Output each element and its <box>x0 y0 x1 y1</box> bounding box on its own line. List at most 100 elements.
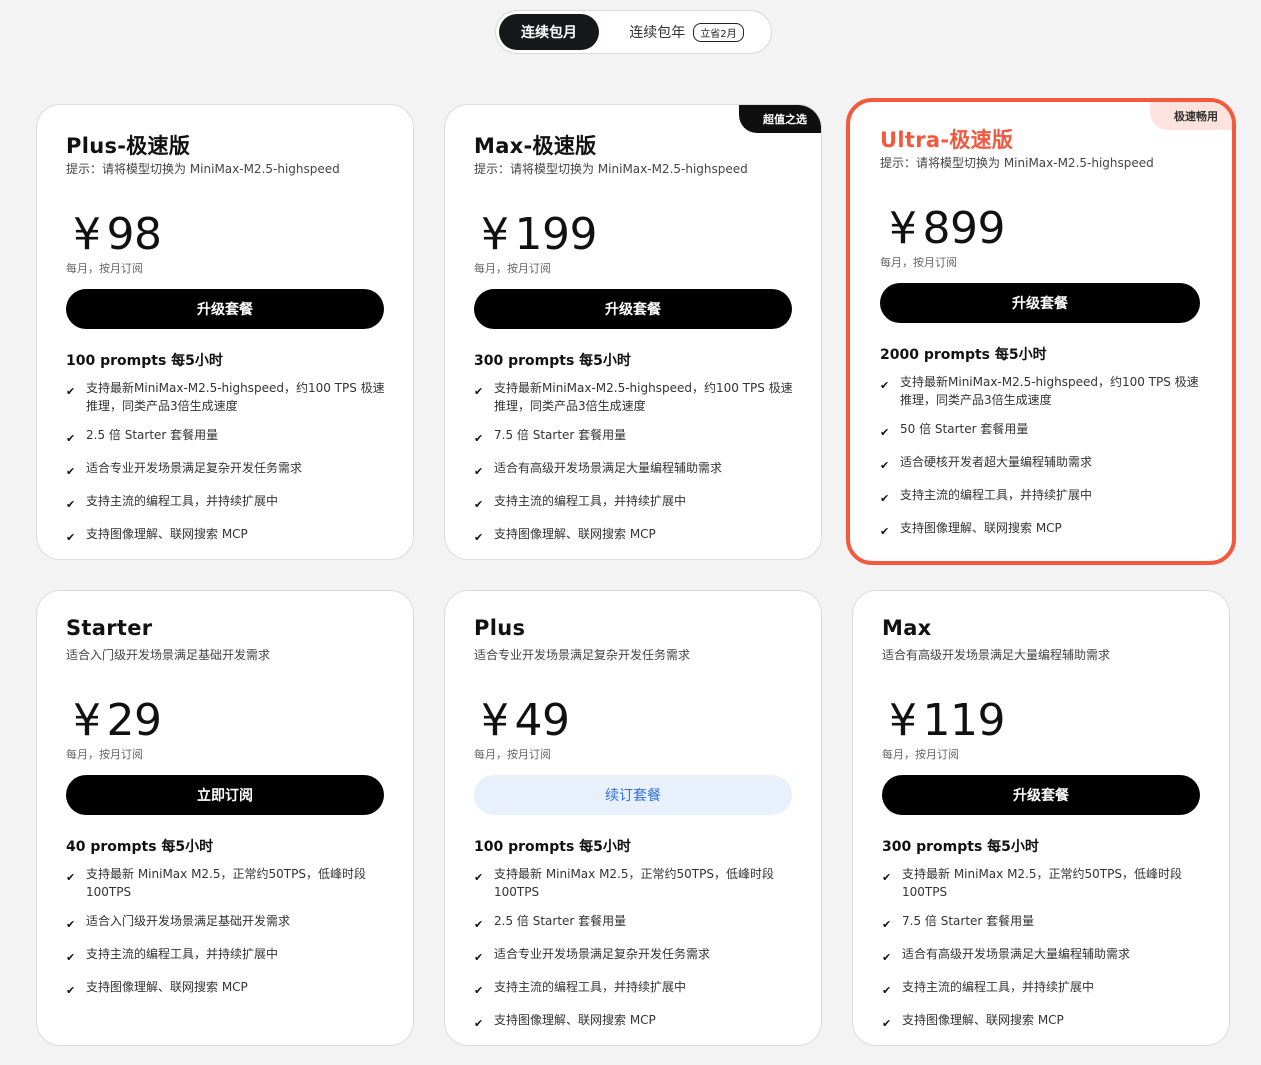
plan-card-starter: Starter 适合入门级开发场景满足基础开发需求 ¥29 每月，按月订阅 立即… <box>36 590 414 1046</box>
check-icon: ✔ <box>66 498 76 511</box>
feature-item: ✔ 支持图像理解、联网搜索 MCP <box>882 1011 1202 1033</box>
yearly-toggle-button[interactable]: 连续包年 立省2月 <box>609 14 764 50</box>
feature-text: 7.5 倍 Starter 套餐用量 <box>902 914 1035 928</box>
plan-title: Max <box>882 616 932 640</box>
feature-item: ✔ 2.5 倍 Starter 套餐用量 <box>474 912 794 934</box>
feature-item: ✔ 支持主流的编程工具，并持续扩展中 <box>66 945 386 967</box>
feature-text: 支持主流的编程工具，并持续扩展中 <box>86 494 279 508</box>
check-icon: ✔ <box>474 498 484 511</box>
feature-text: 适合专业开发场景满足复杂开发任务需求 <box>86 461 303 475</box>
feature-item: ✔ 支持图像理解、联网搜索 MCP <box>474 1011 794 1033</box>
check-icon: ✔ <box>474 951 484 964</box>
yearly-discount-badge: 立省2月 <box>693 22 744 42</box>
check-icon: ✔ <box>66 432 76 445</box>
feature-text: 支持图像理解、联网搜索 MCP <box>86 980 248 994</box>
feature-item: ✔ 支持主流的编程工具，并持续扩展中 <box>880 486 1200 508</box>
check-icon: ✔ <box>474 465 484 478</box>
check-icon: ✔ <box>880 459 890 472</box>
feature-text: 支持最新 MiniMax M2.5，正常约50TPS，低峰时段100TPS <box>494 867 774 899</box>
currency-symbol: ¥ <box>73 209 101 260</box>
feature-text: 50 倍 Starter 套餐用量 <box>900 422 1029 436</box>
check-icon: ✔ <box>882 984 892 997</box>
check-icon: ✔ <box>474 385 484 398</box>
check-icon: ✔ <box>880 525 890 538</box>
feature-item: ✔ 支持图像理解、联网搜索 MCP <box>66 525 386 547</box>
currency-symbol: ¥ <box>889 203 917 254</box>
feature-item: ✔ 支持图像理解、联网搜索 MCP <box>66 978 386 1000</box>
feature-text: 7.5 倍 Starter 套餐用量 <box>494 428 627 442</box>
plan-price: ¥199 <box>481 209 597 260</box>
price-value: 119 <box>922 695 1006 746</box>
best-value-badge: 超值之选 <box>739 105 821 133</box>
check-icon: ✔ <box>66 465 76 478</box>
feature-text: 支持最新MiniMax-M2.5-highspeed，约100 TPS 极速推理… <box>494 381 793 413</box>
feature-text: 支持最新MiniMax-M2.5-highspeed，约100 TPS 极速推理… <box>86 381 385 413</box>
feature-item: ✔ 7.5 倍 Starter 套餐用量 <box>882 912 1202 934</box>
currency-symbol: ¥ <box>73 695 101 746</box>
price-value: 29 <box>106 695 163 746</box>
check-icon: ✔ <box>882 918 892 931</box>
plan-subtitle: 适合专业开发场景满足复杂开发任务需求 <box>474 648 691 662</box>
currency-symbol: ¥ <box>889 695 917 746</box>
plan-card-max: Max 适合有高级开发场景满足大量编程辅助需求 ¥119 每月，按月订阅 升级套… <box>852 590 1230 1046</box>
feature-item: ✔ 适合入门级开发场景满足基础开发需求 <box>66 912 386 934</box>
feature-item: ✔ 支持主流的编程工具，并持续扩展中 <box>474 978 794 1000</box>
plan-subtitle: 适合入门级开发场景满足基础开发需求 <box>66 648 271 662</box>
check-icon: ✔ <box>66 918 76 931</box>
plan-title: Ultra-极速版 <box>880 128 1014 152</box>
plan-quota: 300 prompts 每5小时 <box>474 353 631 369</box>
upgrade-button[interactable]: 升级套餐 <box>880 283 1200 323</box>
feature-item: ✔ 适合专业开发场景满足复杂开发任务需求 <box>66 459 386 481</box>
feature-text: 适合有高级开发场景满足大量编程辅助需求 <box>902 947 1131 961</box>
check-icon: ✔ <box>474 984 484 997</box>
currency-symbol: ¥ <box>481 209 509 260</box>
speed-badge: 极速畅用 <box>1150 102 1232 130</box>
feature-list: ✔ 支持最新MiniMax-M2.5-highspeed，约100 TPS 极速推… <box>880 373 1200 552</box>
price-note: 每月，按月订阅 <box>66 748 143 761</box>
feature-text: 支持最新 MiniMax M2.5，正常约50TPS，低峰时段100TPS <box>86 867 366 899</box>
feature-text: 支持主流的编程工具，并持续扩展中 <box>86 947 279 961</box>
subscribe-button[interactable]: 立即订阅 <box>66 775 384 815</box>
price-value: 49 <box>514 695 571 746</box>
feature-item: ✔ 支持图像理解、联网搜索 MCP <box>474 525 794 547</box>
upgrade-button[interactable]: 升级套餐 <box>66 289 384 329</box>
feature-item: ✔ 适合专业开发场景满足复杂开发任务需求 <box>474 945 794 967</box>
feature-text: 支持图像理解、联网搜索 MCP <box>902 1013 1064 1027</box>
plan-title: Plus-极速版 <box>66 134 191 158</box>
check-icon: ✔ <box>474 871 484 884</box>
feature-item: ✔ 支持主流的编程工具，并持续扩展中 <box>474 492 794 514</box>
renew-button[interactable]: 续订套餐 <box>474 775 792 815</box>
upgrade-button[interactable]: 升级套餐 <box>882 775 1200 815</box>
feature-item: ✔ 支持最新 MiniMax M2.5，正常约50TPS，低峰时段100TPS <box>474 865 794 901</box>
feature-item: ✔ 2.5 倍 Starter 套餐用量 <box>66 426 386 448</box>
feature-text: 支持最新 MiniMax M2.5，正常约50TPS，低峰时段100TPS <box>902 867 1182 899</box>
plan-card-ultra-highspeed: 极速畅用 Ultra-极速版 提示：请将模型切换为 MiniMax-M2.5-h… <box>846 98 1236 565</box>
feature-text: 2.5 倍 Starter 套餐用量 <box>494 914 627 928</box>
price-value: 899 <box>922 203 1006 254</box>
feature-text: 支持主流的编程工具，并持续扩展中 <box>902 980 1095 994</box>
feature-item: ✔ 支持最新MiniMax-M2.5-highspeed，约100 TPS 极速推… <box>474 379 794 415</box>
feature-item: ✔ 支持最新MiniMax-M2.5-highspeed，约100 TPS 极速推… <box>880 373 1200 409</box>
plan-title: Max-极速版 <box>474 134 597 158</box>
plan-quota: 40 prompts 每5小时 <box>66 839 214 855</box>
plan-title: Plus <box>474 616 526 640</box>
plan-subtitle: 提示：请将模型切换为 MiniMax-M2.5-highspeed <box>474 162 748 176</box>
plan-subtitle: 提示：请将模型切换为 MiniMax-M2.5-highspeed <box>66 162 340 176</box>
plan-quota: 2000 prompts 每5小时 <box>880 347 1047 363</box>
check-icon: ✔ <box>66 984 76 997</box>
check-icon: ✔ <box>66 951 76 964</box>
plan-quota: 100 prompts 每5小时 <box>66 353 223 369</box>
check-icon: ✔ <box>66 871 76 884</box>
feature-list: ✔ 支持最新MiniMax-M2.5-highspeed，约100 TPS 极速推… <box>66 379 386 558</box>
check-icon: ✔ <box>66 385 76 398</box>
plan-quota: 100 prompts 每5小时 <box>474 839 631 855</box>
check-icon: ✔ <box>474 531 484 544</box>
feature-item: ✔ 适合硬核开发者超大量编程辅助需求 <box>880 453 1200 475</box>
feature-list: ✔ 支持最新 MiniMax M2.5，正常约50TPS，低峰时段100TPS ✔… <box>882 865 1202 1044</box>
yearly-toggle-label: 连续包年 <box>629 25 686 41</box>
feature-item: ✔ 支持主流的编程工具，并持续扩展中 <box>66 492 386 514</box>
monthly-toggle-button[interactable]: 连续包月 <box>499 14 599 50</box>
feature-item: ✔ 支持最新 MiniMax M2.5，正常约50TPS，低峰时段100TPS <box>66 865 386 901</box>
upgrade-button[interactable]: 升级套餐 <box>474 289 792 329</box>
feature-text: 支持主流的编程工具，并持续扩展中 <box>900 488 1093 502</box>
